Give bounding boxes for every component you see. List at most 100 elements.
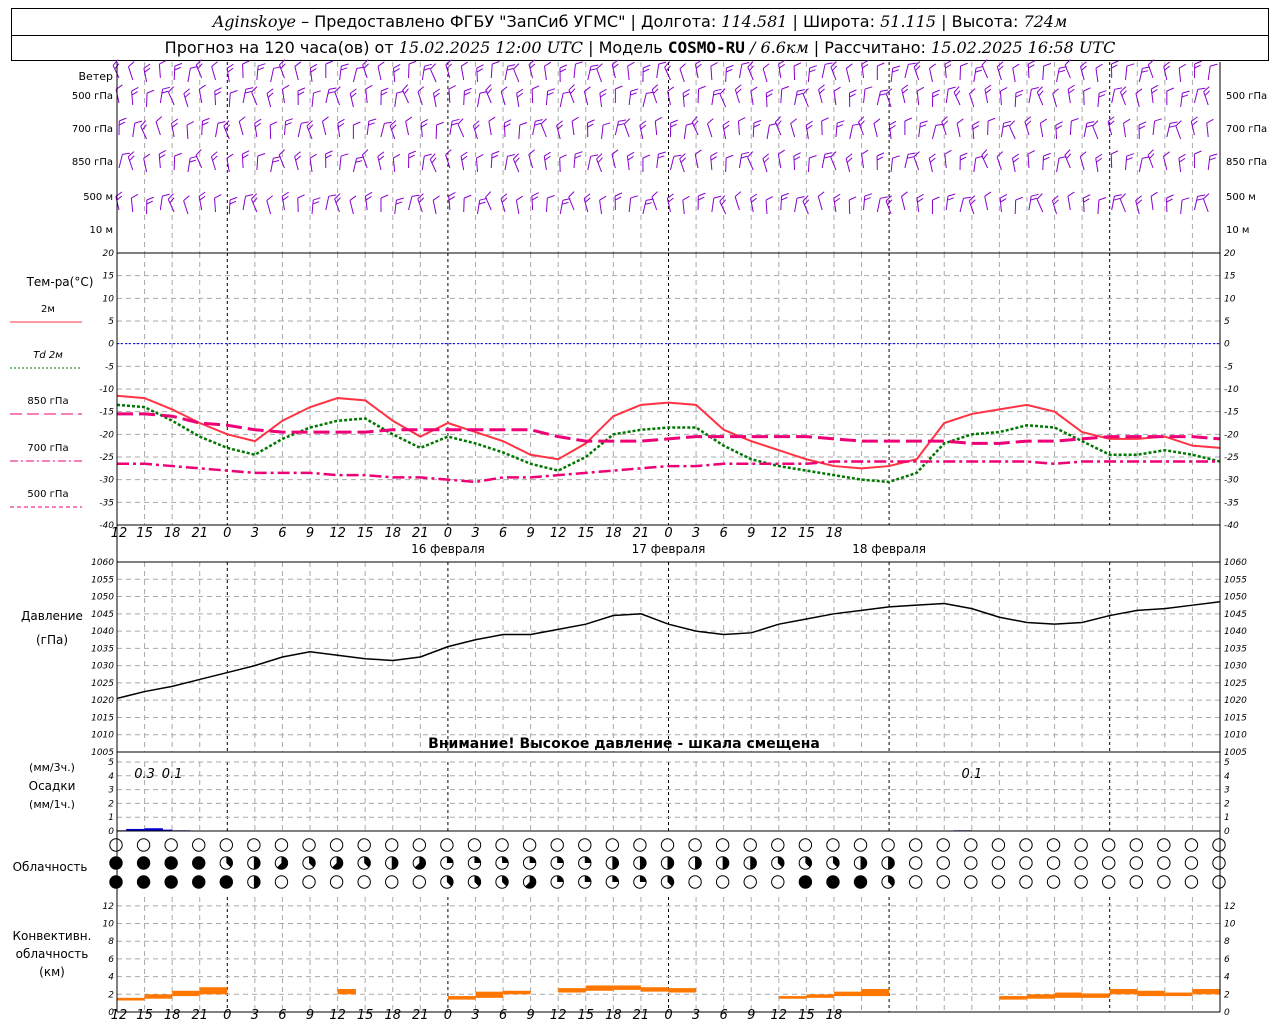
wind-barb-feather xyxy=(1126,157,1133,161)
temp-x-tick-label: 6 xyxy=(278,526,286,541)
wind-barb xyxy=(311,197,321,215)
wind-barb-staff xyxy=(794,198,798,213)
wind-barb-feather xyxy=(531,192,539,197)
wind-barb-staff xyxy=(1095,158,1099,173)
wind-barb xyxy=(642,154,651,172)
wind-barb xyxy=(830,61,838,81)
wind-barb-feather xyxy=(948,86,956,90)
wind-barb xyxy=(1056,66,1067,83)
wind-barb-staff xyxy=(1119,198,1126,213)
wind-barb xyxy=(449,118,460,136)
cloud-symbol xyxy=(908,856,923,870)
cloud-symbol xyxy=(164,875,178,889)
wind-barb-feather xyxy=(571,116,579,122)
wind-barb-staff xyxy=(1097,199,1100,215)
temp-tick-label-right: -25 xyxy=(1224,453,1239,463)
wind-barb-feather xyxy=(722,120,730,126)
wind-barb-feather xyxy=(436,121,444,126)
wind-barb xyxy=(282,84,290,104)
wind-barb-staff xyxy=(670,156,675,171)
wind-barb-feather xyxy=(1067,191,1075,197)
wind-barb-feather xyxy=(183,195,190,202)
cloud-symbol xyxy=(357,875,371,889)
wind-barb xyxy=(1166,194,1174,213)
wind-barb-staff xyxy=(463,90,465,106)
wind-barb xyxy=(1207,63,1218,81)
wind-barb-feather xyxy=(806,124,813,130)
wind-barb-feather xyxy=(590,154,599,157)
wind-barb xyxy=(130,193,139,213)
wind-barb-feather xyxy=(1154,118,1162,122)
wind-barb-staff xyxy=(1202,198,1209,213)
wind-barb-feather xyxy=(340,67,348,71)
wind-barb-feather xyxy=(476,154,484,159)
wind-barb-staff xyxy=(1027,63,1030,79)
wind-barb-staff xyxy=(475,157,478,173)
wind-barb-staff xyxy=(913,156,920,171)
wind-barb xyxy=(1095,153,1103,173)
wind-barb-staff xyxy=(654,121,658,136)
wind-barb-staff xyxy=(628,198,632,213)
wind-barb xyxy=(876,196,888,213)
wind-barb-staff xyxy=(1064,64,1071,79)
wind-barb-feather xyxy=(740,155,748,159)
wind-barb-staff xyxy=(1055,124,1058,140)
wind-level-label-left: 500 гПа xyxy=(72,91,113,102)
wind-barb-feather xyxy=(987,117,996,122)
wind-barb-feather xyxy=(408,150,417,155)
cloud-symbol xyxy=(274,838,289,852)
wind-barb-feather xyxy=(380,194,389,199)
wind-barb-feather xyxy=(683,93,690,98)
wind-barb-staff xyxy=(339,156,342,171)
wind-barb-staff xyxy=(904,154,909,169)
wind-barb-staff xyxy=(545,197,548,213)
wind-barb xyxy=(656,151,666,169)
wind-barb-feather xyxy=(1079,151,1087,157)
wind-barb-feather xyxy=(614,196,622,201)
cloud-symbol xyxy=(853,838,868,852)
cloud-symbol xyxy=(605,856,620,870)
wind-barb-feather xyxy=(1055,121,1063,126)
wind-barb xyxy=(626,151,635,171)
wind-barb xyxy=(1097,197,1107,215)
wind-barb xyxy=(543,61,552,81)
wind-barb xyxy=(490,150,500,169)
wind-barb-staff xyxy=(913,66,920,81)
wind-barb xyxy=(405,116,413,136)
wind-barb xyxy=(198,84,206,104)
wind-barb-staff xyxy=(623,123,630,138)
wind-barb-staff xyxy=(294,66,299,81)
wind-barb-feather xyxy=(734,191,742,198)
wind-barb xyxy=(445,59,453,79)
wind-barb-feather xyxy=(932,89,940,94)
wind-barb-feather xyxy=(405,116,413,122)
cloud-symbol xyxy=(605,875,620,889)
temp-tick-label-left: -35 xyxy=(99,498,114,508)
wind-barb-feather xyxy=(1126,153,1135,157)
wind-barb xyxy=(1138,121,1147,140)
wind-barb-staff xyxy=(956,123,961,138)
wind-barb-feather xyxy=(781,192,789,197)
wind-barb xyxy=(1079,151,1087,171)
wind-barb-feather xyxy=(1071,118,1079,122)
wind-barb xyxy=(380,121,392,138)
wind-barb-feather xyxy=(1138,121,1147,126)
wind-barb-staff xyxy=(793,155,796,171)
cloud-symbol xyxy=(1102,838,1116,852)
wind-barb-feather xyxy=(698,196,705,201)
temp-title: Тем-ра(°C) xyxy=(26,275,94,289)
conv-cloud-bar xyxy=(861,989,890,997)
wind-barb xyxy=(223,120,231,140)
wind-barb-feather xyxy=(713,195,722,199)
cloud-symbol-outline xyxy=(109,838,123,852)
wind-barb xyxy=(1193,87,1206,104)
cloud-symbol xyxy=(881,875,895,889)
cloud-symbol xyxy=(1074,875,1088,889)
wind-barb xyxy=(737,117,746,136)
wind-barb xyxy=(642,64,651,83)
wind-barb xyxy=(250,193,258,213)
pressure-warning: Внимание! Высокое давление - шкала смеще… xyxy=(428,736,820,752)
temp-x-tick-label: 6 xyxy=(720,526,728,541)
wind-barb xyxy=(408,60,417,79)
wind-barb-feather xyxy=(836,124,844,128)
